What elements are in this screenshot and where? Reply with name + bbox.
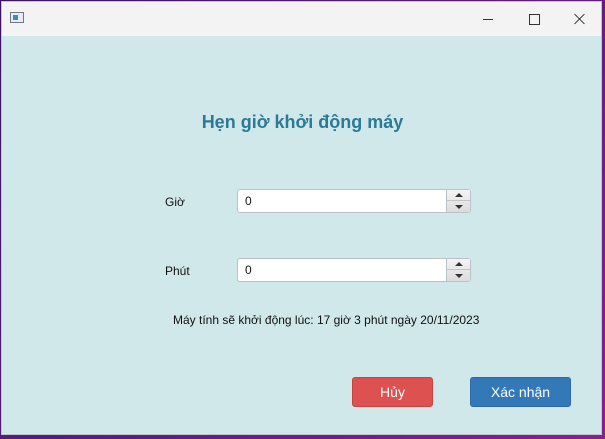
minute-spinner-buttons: [446, 259, 470, 281]
confirm-button[interactable]: Xác nhận: [470, 377, 571, 407]
hour-input[interactable]: 0: [245, 194, 252, 208]
minute-increment-button[interactable]: [447, 259, 470, 270]
title-bar[interactable]: [2, 2, 601, 36]
hour-spinner-buttons: [446, 190, 470, 212]
close-button[interactable]: [557, 2, 601, 36]
page-title: Hẹn giờ khởi động máy: [201, 112, 404, 132]
hour-increment-button[interactable]: [447, 190, 470, 201]
hour-label: Giờ: [165, 195, 185, 209]
maximize-icon: [528, 13, 540, 25]
app-window: Hẹn giờ khởi động máy Giờ 0 Phút 0 Máy t…: [1, 1, 602, 435]
minute-spinner[interactable]: 0: [237, 258, 471, 282]
cancel-button[interactable]: Hủy: [352, 377, 433, 407]
minute-input[interactable]: 0: [245, 263, 252, 277]
minimize-button[interactable]: [465, 2, 511, 36]
hour-decrement-button[interactable]: [447, 201, 470, 212]
close-icon: [574, 13, 586, 25]
arrow-up-icon: [454, 193, 463, 197]
hour-spinner[interactable]: 0: [237, 189, 471, 213]
maximize-button[interactable]: [511, 2, 557, 36]
app-icon: [10, 12, 24, 23]
minute-decrement-button[interactable]: [447, 270, 470, 281]
arrow-down-icon: [454, 273, 463, 278]
startup-status-text: Máy tính sẽ khởi động lúc: 17 giờ 3 phút…: [173, 313, 480, 327]
arrow-up-icon: [454, 262, 463, 266]
minute-label: Phút: [165, 264, 190, 278]
arrow-down-icon: [454, 204, 463, 209]
minimize-icon: [483, 18, 493, 20]
